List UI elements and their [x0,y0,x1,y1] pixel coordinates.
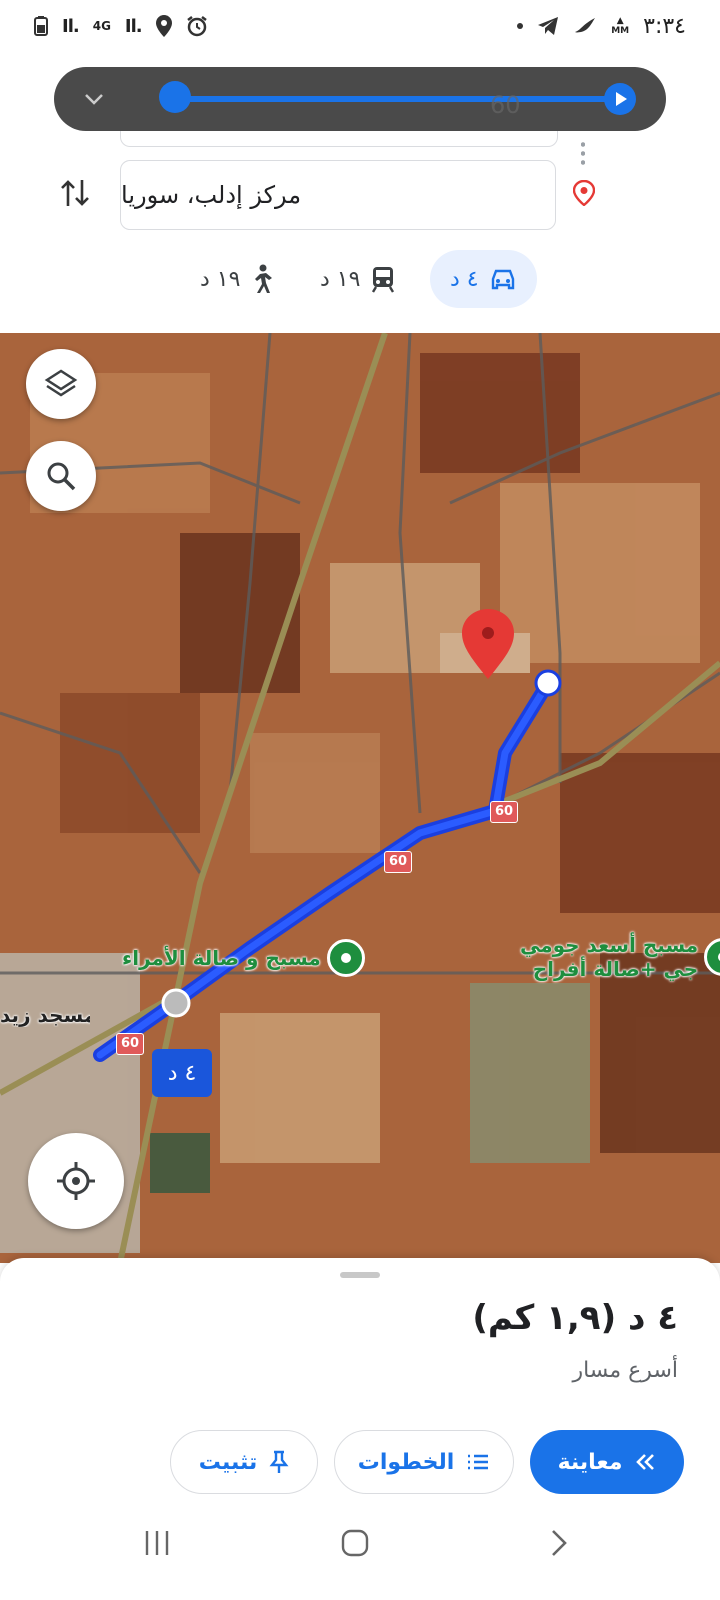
route-dots-icon [581,140,585,166]
preview-button-label: معاينة [557,1449,623,1475]
location-icon [155,15,172,37]
speed-limit-label: 60 [490,91,521,119]
play-button[interactable] [604,83,636,115]
place-marker[interactable]: مسبح و صالة الأمراء [122,939,365,977]
place-marker[interactable]: مسبح أسعد جومي جي +صالة أفراح [520,933,720,981]
pin-button[interactable]: تثبيت [170,1430,318,1494]
place-label: مسجد زيد [0,1003,90,1027]
preview-button[interactable]: معاينة [530,1430,684,1494]
walking-icon [255,264,273,293]
home-icon[interactable] [340,1528,370,1558]
layers-icon [44,369,78,397]
battery-icon [34,16,48,36]
crosshair-icon [57,1162,95,1200]
preview-progress-track[interactable] [174,96,620,102]
my-location-button[interactable] [28,1133,124,1229]
pin-button-label: تثبيت [198,1449,258,1475]
mode-transit[interactable]: ١٩ د [320,250,396,308]
search-icon [47,462,76,491]
sheet-drag-handle[interactable] [340,1272,380,1278]
list-icon [468,1454,489,1470]
navigation-preview-bar: 60 [54,67,666,131]
route-end-dot [534,669,562,697]
recent-apps-icon[interactable] [142,1528,172,1558]
car-icon [491,269,514,290]
steps-button[interactable]: الخطوات [334,1430,514,1494]
place-label: مسبح أسعد جومي جي +صالة أفراح [520,933,699,981]
mode-driving[interactable]: ٤ د [430,250,537,308]
eta-badge[interactable]: ٤ د [152,1049,212,1097]
telegram-icon [538,17,559,35]
place-label: مسبح و صالة الأمراء [122,946,321,970]
route-start-dot [161,988,191,1018]
pin-icon [269,1450,289,1473]
mode-walking-label: ١٩ د [200,266,241,292]
preview-progress-thumb[interactable] [159,81,191,113]
system-nav-bar [0,1528,720,1600]
back-icon[interactable] [546,1528,570,1558]
place-pin-icon [704,938,720,976]
train-icon [372,267,395,293]
dot-icon [517,23,524,29]
place-pin-icon [326,939,365,977]
road-shield: 60 [490,801,519,823]
layers-button[interactable] [26,349,96,419]
bird-icon [575,18,596,33]
road-shield: 60 [384,851,413,873]
satellite-imagery [0,333,720,1263]
mode-walking[interactable]: ١٩ د [200,250,273,308]
clock: ٣:٣٤ [643,13,686,39]
destination-pin-icon [573,180,595,206]
mm-icon: ▲ MM [611,16,630,36]
mode-transit-label: ١٩ د [320,266,361,292]
chevron-down-icon[interactable] [78,83,110,115]
road-shield: 60 [116,1033,145,1055]
map-view[interactable]: 60 60 60 مسبح و صالة الأمراء مسبح أسعد ج… [0,333,720,1263]
place-marker[interactable]: مسجد زيد [0,1003,90,1027]
steps-button-label: الخطوات [357,1449,455,1475]
status-bar: Il. 4G Il. ▲ MM ٣:٣٤ [0,0,720,52]
swap-icon[interactable] [60,176,90,210]
signal-icon: Il. [62,15,80,37]
route-summary-title: ٤ د (١,٩ كم) [472,1298,678,1338]
destination-input[interactable]: مركز إدلب، سوريا [120,160,556,230]
travel-modes: ٤ د ١٩ د ١٩ د [0,250,720,308]
status-right-icons: ▲ MM ٣:٣٤ [517,14,686,39]
alarm-icon [186,16,207,37]
network-type-label: 4G [92,19,111,33]
search-along-route-button[interactable] [26,441,96,511]
route-summary-subtitle: أسرع مسار [572,1358,678,1383]
double-chevron-icon [636,1454,655,1470]
mode-driving-label: ٤ د [450,266,479,292]
signal-icon-2: Il. [124,15,143,37]
status-left-icons: Il. 4G Il. [34,15,208,37]
